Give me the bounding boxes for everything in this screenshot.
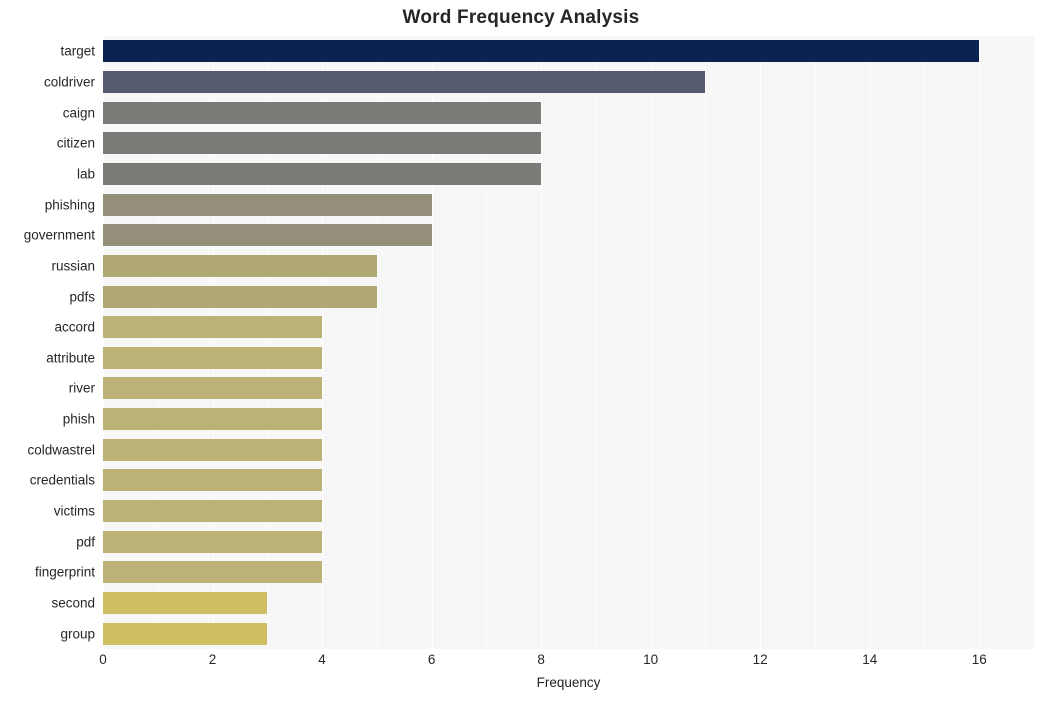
bar-row — [103, 254, 1034, 277]
x-tick-label: 2 — [208, 652, 217, 667]
bar — [103, 438, 323, 461]
y-tick-label: river — [68, 380, 95, 396]
y-tick-label: accord — [54, 319, 95, 335]
bar-row — [103, 622, 1034, 645]
bar — [103, 530, 323, 553]
x-tick-label: 12 — [752, 652, 768, 667]
gridline-minor — [1034, 36, 1035, 649]
bar-row — [103, 224, 1034, 247]
y-tick-label: fingerprint — [34, 564, 95, 580]
bar — [103, 285, 377, 308]
bar — [103, 162, 542, 185]
bars-group — [103, 36, 1034, 649]
plot-area — [103, 36, 1035, 649]
y-tick-label: second — [51, 595, 95, 611]
bar — [103, 40, 980, 63]
y-tick-label: coldriver — [43, 74, 95, 90]
bar-row — [103, 346, 1034, 369]
bar-row — [103, 561, 1034, 584]
bar-row — [103, 500, 1034, 523]
y-tick-label: coldwastrel — [27, 442, 95, 458]
bar — [103, 500, 323, 523]
x-tick-label: 8 — [537, 652, 545, 667]
bar-row — [103, 132, 1034, 155]
x-axis-title: Frequency — [536, 675, 601, 690]
y-tick-label: victims — [53, 503, 95, 519]
bar-row — [103, 592, 1034, 615]
bar — [103, 101, 542, 124]
y-tick-label: citizen — [56, 135, 95, 151]
bar-row — [103, 408, 1034, 431]
bar — [103, 193, 432, 216]
bar — [103, 132, 542, 155]
y-tick-label: caign — [62, 105, 95, 121]
y-tick-label: group — [60, 626, 95, 642]
bar — [103, 316, 323, 339]
bar — [103, 346, 323, 369]
bar — [103, 70, 706, 93]
bar-row — [103, 101, 1034, 124]
bar — [103, 469, 323, 492]
bar-row — [103, 469, 1034, 492]
bar-row — [103, 438, 1034, 461]
bar-row — [103, 70, 1034, 93]
x-tick-label: 4 — [318, 652, 326, 667]
y-tick-label: pdf — [76, 534, 95, 550]
y-tick-label: target — [60, 43, 95, 59]
x-tick-label: 16 — [971, 652, 987, 667]
bar-row — [103, 193, 1034, 216]
bar — [103, 377, 323, 400]
bar-row — [103, 40, 1034, 63]
x-tick-label: 6 — [427, 652, 436, 667]
x-tick-label: 0 — [99, 652, 107, 667]
bar-row — [103, 162, 1034, 185]
bar — [103, 561, 323, 584]
chart-title: Word Frequency Analysis — [402, 7, 640, 28]
y-tick-label: russian — [51, 258, 95, 274]
y-tick-label: pdfs — [69, 289, 95, 305]
y-tick-label: lab — [76, 166, 95, 182]
word-frequency-bar-chart: Word Frequency Analysis target coldriver c… — [0, 0, 1042, 701]
y-tick-label: credentials — [29, 472, 95, 488]
bar — [103, 408, 323, 431]
x-tick-label: 14 — [862, 652, 878, 667]
y-tick-label: attribute — [46, 350, 95, 366]
bar — [103, 224, 432, 247]
bar-row — [103, 530, 1034, 553]
bar-row — [103, 316, 1034, 339]
y-tick-label: phish — [62, 411, 95, 427]
y-tick-label: phishing — [44, 197, 95, 213]
bar — [103, 254, 377, 277]
bar-row — [103, 377, 1034, 400]
bar — [103, 592, 268, 615]
x-tick-label: 10 — [643, 652, 659, 667]
bar — [103, 622, 268, 645]
bar-row — [103, 285, 1034, 308]
y-tick-label: government — [23, 227, 95, 243]
